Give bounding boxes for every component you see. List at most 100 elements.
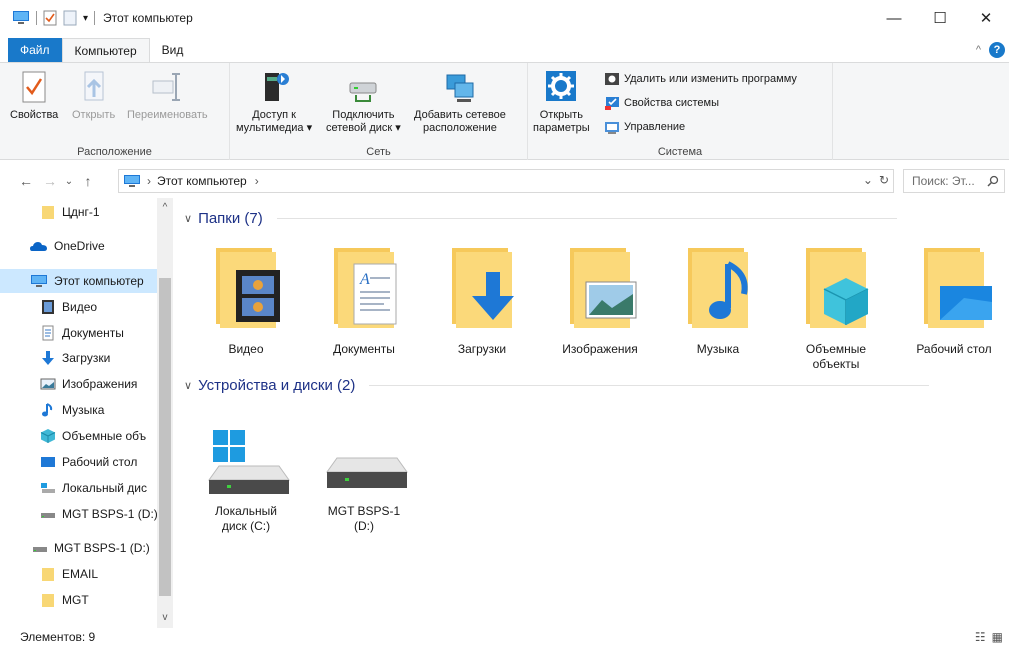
chevron-down-icon[interactable]: ∨ — [184, 379, 192, 392]
open-button[interactable]: Открыть — [72, 69, 115, 122]
address-history-icon[interactable]: ⌄ — [863, 173, 873, 187]
folder-downloads[interactable]: Загрузки — [427, 242, 537, 357]
pictures-icon — [40, 378, 56, 390]
sidebar-item-downloads[interactable]: Загрузки — [0, 346, 158, 370]
collapse-ribbon-icon[interactable]: ^ — [976, 44, 981, 56]
sidebar-item-video[interactable]: Видео — [0, 295, 158, 319]
sidebar-item-email[interactable]: EMAIL — [0, 562, 158, 586]
breadcrumb-separator[interactable]: › — [255, 174, 259, 188]
customize-toolbar-icon[interactable]: ▾ — [83, 13, 88, 24]
tab-view[interactable]: Вид — [150, 38, 196, 62]
sidebar-item-documents[interactable]: Документы — [0, 321, 158, 345]
up-arrow-icon[interactable]: ↑ — [76, 173, 100, 189]
local-disk-icon — [208, 430, 290, 494]
folder-video[interactable]: Видео — [191, 242, 301, 357]
open-settings-button[interactable]: Открыть параметры — [533, 69, 590, 135]
new-folder-icon[interactable] — [63, 10, 77, 26]
scrollbar-thumb[interactable] — [159, 278, 171, 596]
sidebar-item-usb-drive-root[interactable]: MGT BSPS-1 (D:) — [0, 536, 158, 560]
refresh-icon[interactable]: ↻ — [879, 173, 889, 187]
sidebar-item-local-disk[interactable]: Локальный дис — [0, 476, 158, 500]
folder-documents[interactable]: A Документы — [309, 242, 419, 357]
breadcrumb-this-pc[interactable]: Этот компьютер — [157, 174, 247, 188]
file-view: ∨ Папки (7) Видео A Документы Загрузки И… — [176, 198, 1009, 628]
minimize-button[interactable]: — — [871, 0, 917, 36]
add-network-location-button[interactable]: Добавить сетевое расположение — [414, 69, 506, 135]
desktop-icon — [41, 457, 55, 467]
folder-3d-objects[interactable]: Объемные объекты — [781, 242, 891, 372]
forward-arrow-icon[interactable]: → — [38, 173, 62, 189]
map-drive-label-1: Подключить — [332, 109, 395, 121]
usb-drive-icon — [41, 513, 55, 518]
folder-music[interactable]: Музыка — [663, 242, 773, 357]
search-icon — [987, 175, 999, 187]
tab-computer[interactable]: Компьютер — [61, 38, 150, 62]
manage-button[interactable]: Управление — [604, 119, 685, 135]
address-bar[interactable]: › Этот компьютер › ⌄ ↻ — [118, 169, 894, 193]
back-arrow-icon[interactable]: ← — [14, 173, 38, 189]
chevron-down-icon[interactable]: ∨ — [184, 212, 192, 225]
local-disk-icon — [41, 483, 55, 493]
search-box[interactable]: Поиск: Эт... — [903, 169, 1005, 193]
sidebar-item-tsdng-1[interactable]: Цднг-1 — [0, 200, 158, 224]
sidebar-item-3d-objects[interactable]: Объемные объ — [0, 424, 158, 448]
media-access-label-1: Доступ к — [252, 109, 296, 121]
open-label: Открыть — [72, 109, 116, 121]
navigation-bar: ← → ⌄ ↑ › Этот компьютер › ⌄ ↻ Поиск: Эт… — [0, 166, 1009, 196]
section-devices-header[interactable]: ∨ Устройства и диски (2) — [184, 377, 930, 394]
section-folders-header[interactable]: ∨ Папки (7) — [184, 210, 897, 227]
video-icon — [42, 300, 54, 314]
rename-icon — [152, 73, 181, 101]
uninstall-icon — [605, 73, 619, 85]
folder-label: Объемные объекты — [805, 342, 867, 371]
map-network-drive-button[interactable]: Подключить сетевой диск ▾ — [326, 69, 401, 135]
folder-label: Рабочий стол — [916, 342, 992, 356]
media-server-icon — [265, 73, 290, 101]
sidebar-item-mgt[interactable]: MGT — [0, 588, 158, 612]
video-folder-icon — [216, 248, 280, 328]
drive-usb-d[interactable]: MGT BSPS-1 (D:) — [309, 428, 419, 534]
group-system-label: Система — [657, 146, 703, 158]
rename-label: Переименовать — [127, 109, 208, 121]
breadcrumb-separator[interactable]: › — [147, 174, 151, 188]
tab-file[interactable]: Файл — [8, 38, 62, 62]
maximize-button[interactable]: ☐ — [917, 0, 963, 36]
close-button[interactable]: ✕ — [963, 0, 1009, 36]
computer-icon — [13, 11, 29, 24]
sidebar-scrollbar[interactable]: ^ v — [157, 198, 173, 628]
navigation-pane: Цднг-1 OneDrive Этот компьютер Видео Док… — [0, 198, 173, 628]
media-access-button[interactable]: Доступ к мультимедиа ▾ — [236, 69, 312, 135]
sidebar-item-usb-drive[interactable]: MGT BSPS-1 (D:) — [0, 502, 158, 526]
properties-icon[interactable] — [43, 10, 57, 26]
address-tools: ⌄ ↻ — [863, 173, 889, 187]
sidebar-item-desktop[interactable]: Рабочий стол — [0, 450, 158, 474]
item-count: Элементов: 9 — [20, 630, 96, 644]
uninstall-program-button[interactable]: Удалить или изменить программу — [604, 71, 797, 87]
folder-icon — [42, 594, 54, 607]
scroll-up-icon[interactable]: ^ — [157, 200, 173, 216]
system-properties-label: Свойства системы — [624, 97, 720, 109]
sidebar-item-music[interactable]: Музыка — [0, 398, 158, 422]
computer-icon — [31, 275, 47, 287]
large-icons-view-icon[interactable]: ▦ — [992, 630, 1003, 644]
properties-button[interactable]: Свойства — [10, 69, 58, 122]
sidebar-item-this-pc[interactable]: Этот компьютер — [0, 269, 158, 293]
folder-desktop[interactable]: Рабочий стол — [899, 242, 1009, 357]
music-icon — [42, 403, 53, 417]
pictures-folder-icon — [570, 248, 637, 328]
recent-locations-icon[interactable]: ⌄ — [62, 176, 76, 187]
details-view-icon[interactable]: ☷ — [975, 630, 986, 644]
scroll-down-icon[interactable]: v — [157, 610, 173, 626]
system-properties-button[interactable]: Свойства системы — [604, 95, 719, 111]
status-bar: Элементов: 9 ☷ ▦ — [0, 628, 1009, 646]
folder-pictures[interactable]: Изображения — [545, 242, 655, 357]
ribbon-tools: ^ ? — [976, 42, 1005, 58]
drive-local-c[interactable]: Локальный диск (C:) — [191, 428, 301, 534]
folder-label: Документы — [333, 342, 395, 356]
sidebar-item-onedrive[interactable]: OneDrive — [0, 234, 158, 258]
help-icon[interactable]: ? — [989, 42, 1005, 58]
sidebar-item-pictures[interactable]: Изображения — [0, 372, 158, 396]
ribbon-tabs: Файл Компьютер Вид ^ ? — [0, 38, 1009, 62]
drive-label: MGT BSPS-1 (D:) — [327, 504, 401, 533]
rename-button[interactable]: Переименовать — [127, 69, 208, 122]
